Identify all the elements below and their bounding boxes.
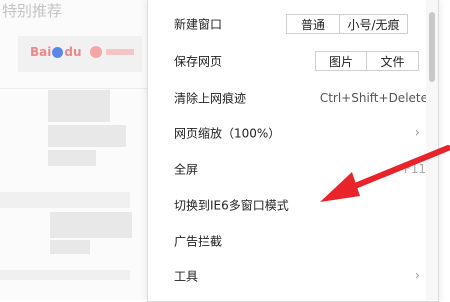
menu-item-new-window[interactable]: 新建窗口 普通 小号/无痕 xyxy=(148,6,438,42)
menu-item-label: 切换到IE6多窗口模式 xyxy=(174,198,289,213)
baidu-logo: Bai du xyxy=(30,45,82,59)
menu-item-label: 新建窗口 xyxy=(174,17,223,32)
shortcut-label: F11 xyxy=(403,162,426,176)
menu-item-label: 全屏 xyxy=(174,162,199,177)
chevron-right-icon: › xyxy=(414,268,420,284)
scroll-thumb[interactable] xyxy=(429,12,435,82)
banner-ad[interactable]: Bai du xyxy=(18,36,142,72)
section-title: 特别推荐 xyxy=(2,2,63,20)
blurred-content xyxy=(50,240,90,254)
blurred-content xyxy=(50,212,132,238)
blurred-content xyxy=(48,150,96,166)
menu-item-tools[interactable]: 工具 › xyxy=(148,258,438,294)
blurred-content xyxy=(48,125,126,147)
menu-item-label: 工具 xyxy=(174,269,199,284)
chevron-right-icon: › xyxy=(414,125,420,141)
blurred-content xyxy=(0,270,130,280)
browser-menu: 新建窗口 普通 小号/无痕 保存网页 图片 文件 清除上网痕迹 Ctrl+Shi… xyxy=(147,0,439,302)
menu-item-label: 清除上网痕迹 xyxy=(174,91,247,106)
partner-logo xyxy=(90,45,136,59)
menu-item-zoom[interactable]: 网页缩放（100%） › xyxy=(148,115,438,151)
menu-item-ie6-mode[interactable]: 切换到IE6多窗口模式 xyxy=(148,187,438,223)
menu-item-ad-block[interactable]: 广告拦截 xyxy=(148,223,438,259)
blurred-content xyxy=(0,192,130,208)
save-file-button[interactable]: 文件 xyxy=(367,51,419,71)
incognito-window-button[interactable]: 小号/无痕 xyxy=(340,14,408,34)
menu-item-label: 网页缩放（100%） xyxy=(174,126,281,141)
menu-scrollbar[interactable] xyxy=(426,0,438,300)
menu-item-clear-history[interactable]: 清除上网痕迹 Ctrl+Shift+Delete xyxy=(148,80,438,116)
menu-item-save-page[interactable]: 保存网页 图片 文件 xyxy=(148,43,438,79)
menu-item-fullscreen[interactable]: 全屏 F11 xyxy=(148,151,438,187)
shortcut-label: Ctrl+Shift+Delete xyxy=(319,91,428,105)
paw-icon xyxy=(52,47,64,58)
save-image-button[interactable]: 图片 xyxy=(315,51,367,71)
new-window-options: 普通 小号/无痕 xyxy=(286,14,408,34)
menu-item-label: 广告拦截 xyxy=(174,234,223,249)
menu-item-label: 保存网页 xyxy=(174,54,223,69)
background-page: 特别推荐 Bai du xyxy=(0,0,150,300)
normal-window-button[interactable]: 普通 xyxy=(286,14,340,34)
divider xyxy=(0,88,150,89)
blurred-content xyxy=(48,90,110,122)
save-page-options: 图片 文件 xyxy=(315,51,419,71)
